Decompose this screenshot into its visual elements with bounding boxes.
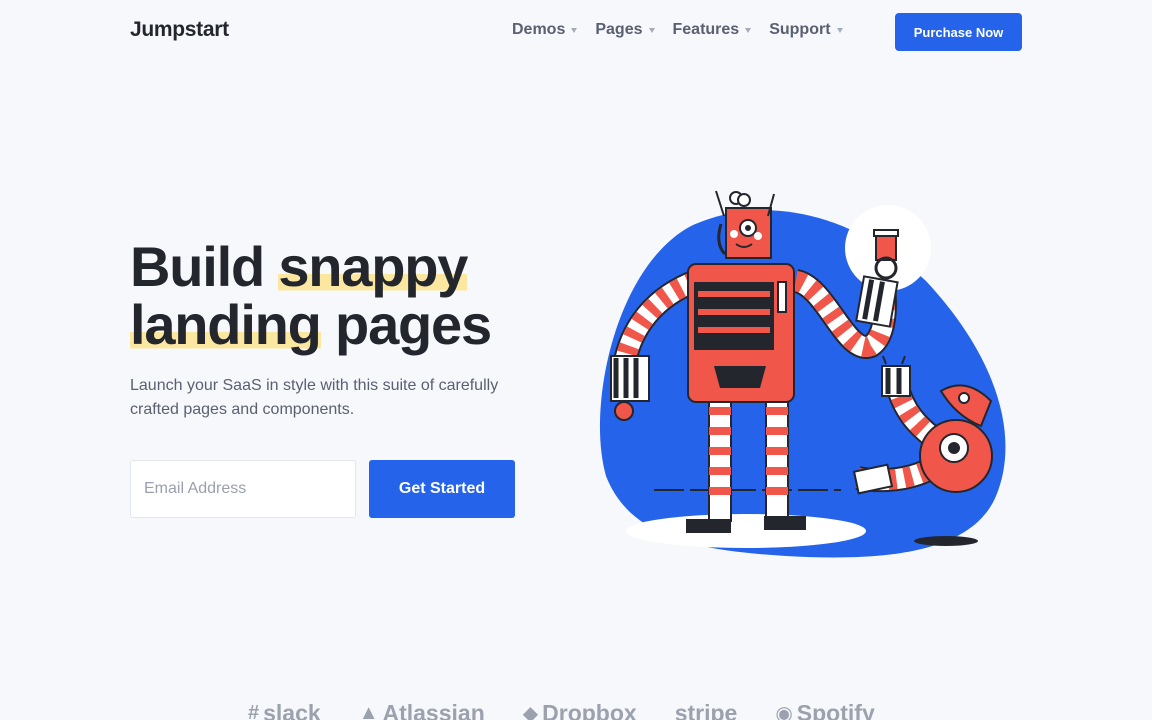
caret-down-icon [745,27,752,33]
nav-item-label: Support [769,21,831,38]
brand-spotify: ◉ Spotify [775,700,874,720]
caret-down-icon [571,27,578,33]
brand-label: slack [263,700,321,720]
spotify-icon: ◉ [775,703,793,720]
main-nav: Demos Pages Features Support [512,21,861,39]
nav-item-features[interactable]: Features [673,21,752,39]
brand-slack: # slack [248,700,321,720]
robot-illustration [596,186,1016,566]
brand-label: Dropbox [542,700,637,720]
nav-item-label: Pages [595,21,643,38]
site-header: Jumpstart Demos Pages Features Support P… [0,0,1152,64]
nav-item-label: Demos [512,21,566,38]
nav-item-support[interactable]: Support [769,21,843,39]
title-text: Build [130,235,279,298]
brand-logo[interactable]: Jumpstart [130,18,229,42]
caret-down-icon [648,27,655,33]
customer-logos: # slack ▲ Atlassian ◆ Dropbox stripe ◉ S… [248,700,908,720]
nav-item-label: Features [672,21,740,38]
brand-stripe: stripe [675,700,738,720]
email-input[interactable] [130,460,356,518]
atlassian-icon: ▲ [358,702,379,720]
nav-item-demos[interactable]: Demos [512,21,578,39]
hero-subtitle: Launch your SaaS in style with this suit… [130,377,499,418]
title-highlight: snappy [278,235,468,298]
caret-down-icon [836,27,843,33]
brand-label: Spotify [796,700,875,720]
brand-label: Atlassian [382,700,485,720]
title-highlight: landing [130,293,322,356]
dropbox-icon: ◆ [522,703,539,720]
brand-label: stripe [674,700,738,720]
brand-atlassian: ▲ Atlassian [359,700,485,720]
hero-title: Build snappy landing pages [130,235,492,356]
slack-icon: # [248,702,260,720]
nav-item-pages[interactable]: Pages [595,21,655,39]
purchase-now-button[interactable]: Purchase Now [895,13,1022,51]
brand-dropbox: ◆ Dropbox [523,700,637,720]
get-started-button[interactable]: Get Started [369,460,515,518]
title-text: pages [320,293,492,356]
